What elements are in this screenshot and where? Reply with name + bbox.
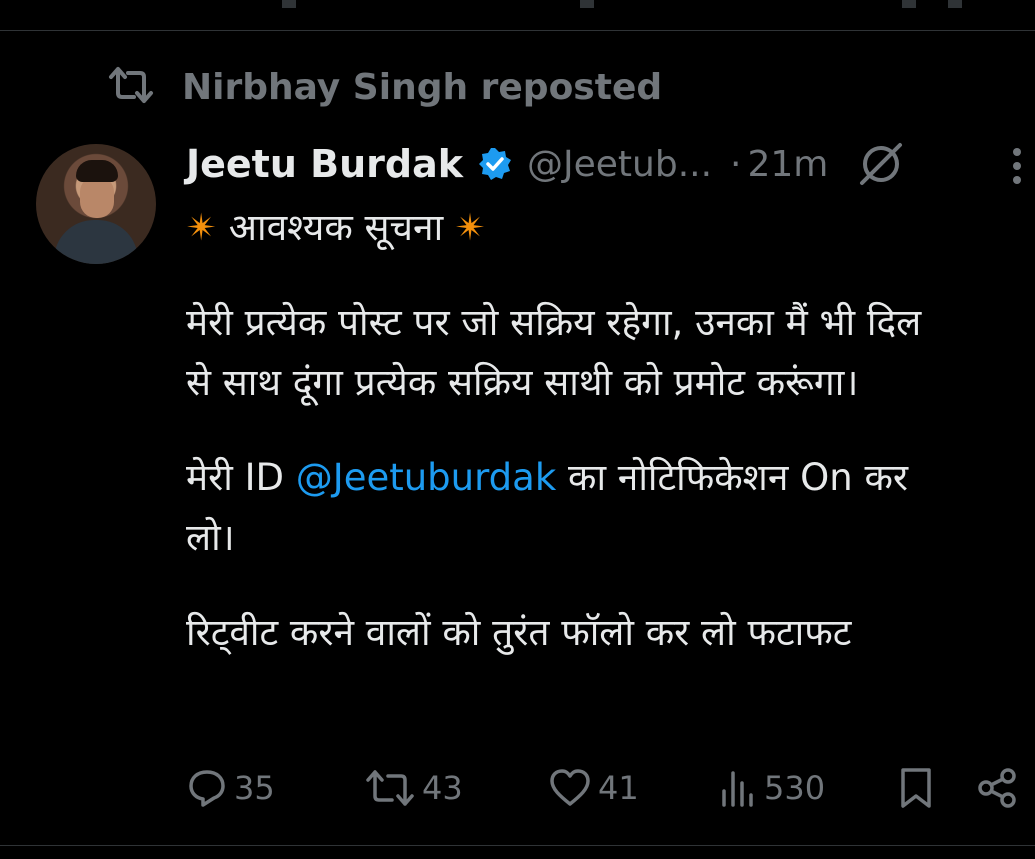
action-bar: 35 43 41 530 bbox=[186, 762, 1026, 814]
retweet-icon bbox=[366, 770, 414, 806]
mention-link[interactable]: @Jeetuburdak bbox=[296, 456, 556, 499]
author-avatar[interactable] bbox=[36, 144, 156, 264]
top-notch bbox=[948, 0, 962, 8]
more-icon[interactable] bbox=[1010, 146, 1024, 190]
tweet-text: ✴ आवश्यक सूचना ✴ मेरी प्रत्येक पोस्ट पर … bbox=[186, 198, 1026, 663]
author-handle[interactable]: @Jeetub... bbox=[527, 144, 712, 185]
tweet-line: मेरी ID @Jeetuburdak का नोटिफिकेशन On कर bbox=[186, 448, 1026, 508]
bottom-divider bbox=[0, 845, 1035, 846]
tweet-text-segment: मेरी ID bbox=[186, 456, 285, 499]
repost-context[interactable]: Nirbhay Singh reposted bbox=[108, 64, 662, 110]
like-button[interactable]: 41 bbox=[548, 762, 639, 814]
retweet-count: 43 bbox=[422, 769, 463, 807]
tweet-time[interactable]: 21m bbox=[748, 144, 829, 185]
top-divider bbox=[0, 30, 1035, 31]
tweet-text-segment: का नोटिफिकेशन On कर bbox=[568, 456, 909, 499]
tweet-line: रिट्वीट करने वालों को तुरंत फॉलो कर लो फ… bbox=[186, 611, 852, 654]
tweet-heading: आवश्यक सूचना bbox=[228, 206, 444, 249]
verified-badge-icon[interactable] bbox=[477, 146, 513, 182]
reply-count: 35 bbox=[234, 769, 275, 807]
retweet-button[interactable]: 43 bbox=[364, 762, 463, 814]
like-count: 41 bbox=[598, 769, 639, 807]
like-icon bbox=[550, 769, 590, 806]
top-edge bbox=[0, 0, 1035, 30]
tweet-header: Jeetu Burdak @Jeetub... · 21m bbox=[186, 136, 1026, 192]
bookmark-button[interactable] bbox=[896, 762, 936, 814]
repost-label: Nirbhay Singh reposted bbox=[182, 66, 663, 108]
repost-icon bbox=[108, 65, 154, 109]
bookmark-icon bbox=[901, 768, 931, 808]
tweet-line: ✴ आवश्यक सूचना ✴ bbox=[186, 198, 1026, 258]
views-button[interactable]: 530 bbox=[718, 762, 825, 814]
tweet-line: मेरी प्रत्येक पोस्ट पर जो सक्रिय रहेगा, … bbox=[186, 301, 922, 344]
tweet-line: से साथ दूंगा प्रत्येक सक्रिय साथी को प्र… bbox=[186, 361, 859, 404]
reply-button[interactable]: 35 bbox=[186, 762, 275, 814]
views-count: 530 bbox=[764, 769, 826, 807]
eight-pointed-star-emoji: ✴ bbox=[454, 206, 486, 249]
share-icon bbox=[978, 768, 1016, 808]
tweet-line: लो। bbox=[186, 516, 235, 559]
author-name[interactable]: Jeetu Burdak bbox=[186, 142, 463, 186]
top-notch bbox=[282, 0, 296, 8]
separator-dot: · bbox=[730, 143, 742, 185]
reply-icon bbox=[189, 770, 225, 807]
views-icon bbox=[722, 771, 753, 807]
top-notch bbox=[902, 0, 916, 8]
grok-icon[interactable] bbox=[856, 139, 906, 189]
eight-pointed-star-emoji: ✴ bbox=[186, 206, 218, 249]
top-notch bbox=[580, 0, 594, 8]
share-button[interactable] bbox=[976, 762, 1020, 814]
